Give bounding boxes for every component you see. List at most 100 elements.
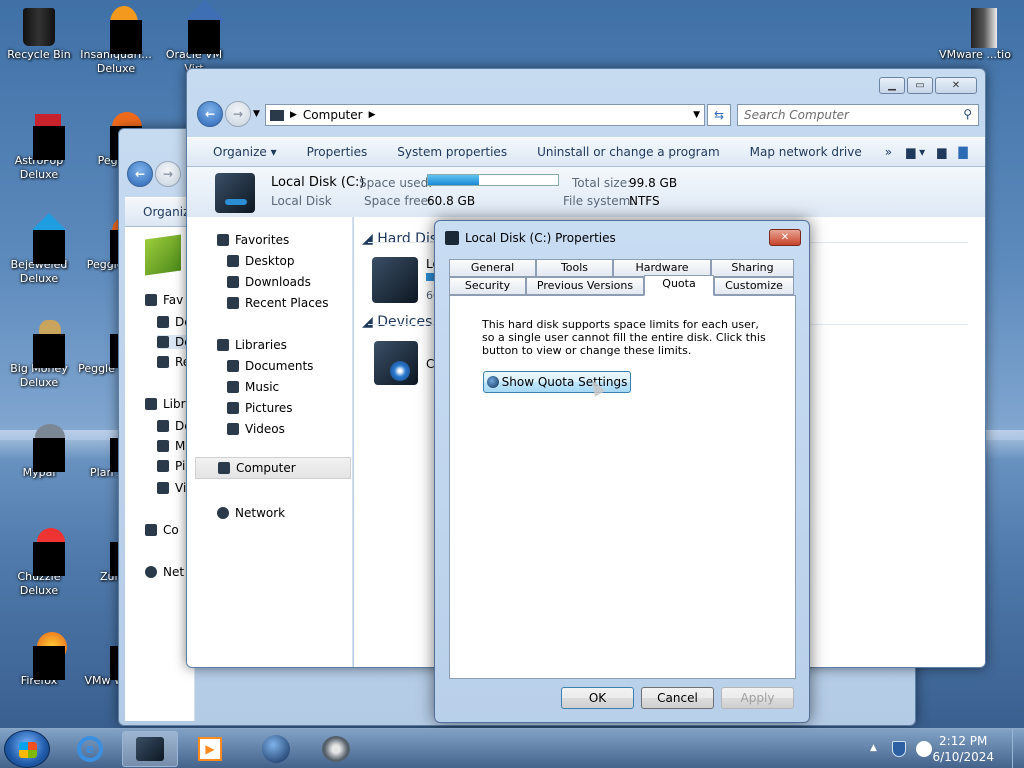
desktop-icon-mypal[interactable]: Mypal [1,424,77,480]
forward-arrow-icon[interactable]: → [225,101,251,127]
nav-videos[interactable]: Videos [227,422,285,436]
downloads-icon [227,276,239,288]
windows-logo-icon [19,742,37,758]
desktop-icon-recycle-bin[interactable]: Recycle Bin [1,6,77,62]
tab-previous-versions[interactable]: Previous Versions [526,277,644,295]
maximize-button[interactable]: ▭ [907,77,933,94]
mypal-icon [19,424,65,472]
show-hidden-icons-icon[interactable]: ▲ [870,743,877,753]
recycle-bin-icon [19,6,59,46]
nav-libraries[interactable]: Libraries [217,338,287,352]
nav-desktop[interactable]: Desktop [227,254,295,268]
back-nav-network[interactable]: Net [145,565,184,579]
back-nav-libraries[interactable]: Libr [145,397,186,411]
taskbar-media-player[interactable]: ▶ [182,731,238,767]
nav-pictures[interactable]: Pictures [227,401,293,415]
nav-favorites[interactable]: Favorites [217,233,289,247]
local-disk-properties-dialog[interactable]: Local Disk (C:) Properties ✕ General Too… [434,220,810,723]
drive-type: Local Disk [271,194,332,208]
back-nav-pictures[interactable]: Pi [157,459,185,473]
money-bag-icon [19,320,65,368]
space-free-value: 60.8 GB [427,194,476,208]
taskbar-internet-explorer[interactable]: e [62,731,118,767]
show-desktop-button[interactable] [1012,729,1024,768]
breadcrumb-chevron-icon[interactable]: ▶ [290,110,297,120]
desktop-icon-oracle-vm[interactable]: Oracle VM Virt [156,0,232,76]
desktop-icon-astropop[interactable]: AstroPop Deluxe [1,112,77,182]
tab-tools[interactable]: Tools [536,259,613,277]
recent-pages-chevron-icon[interactable]: ▼ [253,109,260,119]
nav-downloads[interactable]: Downloads [227,275,311,289]
window-controls: ▁ ▭ ✕ [879,77,977,94]
navigation-pane: Favorites Desktop Downloads Recent Place… [187,217,353,667]
back-nav-music[interactable]: M [157,439,185,453]
minimize-button[interactable]: ▁ [879,77,905,94]
ok-button[interactable]: OK [561,687,634,709]
nav-network[interactable]: Network [217,506,285,520]
forward-arrow-icon[interactable]: → [155,161,181,187]
cancel-button[interactable]: Cancel [641,687,714,709]
breadcrumb-chevron-icon[interactable]: ▶ [369,110,376,120]
apply-button[interactable]: Apply [721,687,794,709]
more-commands-button[interactable]: » [877,145,900,159]
system-clock[interactable]: 2:12 PM 6/10/2024 [932,733,994,765]
nav-computer[interactable]: Computer [195,457,351,479]
close-button[interactable]: ✕ [769,229,801,246]
tab-general[interactable]: General [449,259,536,277]
back-arrow-icon[interactable]: ← [127,161,153,187]
action-center-icon[interactable] [892,741,906,757]
taskbar-mypal[interactable] [308,731,364,767]
desktop-icon [227,255,239,267]
back-nav-videos[interactable]: Vi [157,481,186,495]
nav-recent-places[interactable]: Recent Places [227,296,328,310]
help-icon[interactable]: ▇ [952,145,973,159]
network-icon [217,507,229,519]
back-arrow-icon[interactable]: ← [197,101,223,127]
desktop-icon-chuzzle[interactable]: Chuzzle Deluxe [1,528,77,598]
tab-customize[interactable]: Customize [714,277,794,295]
address-path[interactable]: Computer [303,108,363,122]
desktop-icon-firefox[interactable]: Firefox [1,632,77,688]
hard-disk-group-header[interactable]: ◢ Hard Dis [362,231,437,247]
taskbar-explorer[interactable] [122,731,178,767]
uninstall-program-button[interactable]: Uninstall or change a program [522,145,735,159]
search-input[interactable]: Search Computer ⚲ [737,104,979,126]
documents-icon [227,360,239,372]
command-toolbar: Organize ▾ Properties System properties … [187,137,985,167]
refresh-icon[interactable]: ⇆ [707,104,731,126]
preview-pane-icon[interactable]: ▆ [931,145,952,159]
tab-quota[interactable]: Quota [644,275,714,296]
recent-places-icon [227,297,239,309]
dvd-drive-icon[interactable] [374,341,418,385]
map-network-drive-button[interactable]: Map network drive [735,145,877,159]
tab-security[interactable]: Security [449,277,526,295]
start-button[interactable] [4,730,50,768]
nav-documents[interactable]: Documents [227,359,313,373]
space-used-fill [428,175,479,185]
change-view-icon[interactable]: ▆ ▾ [900,145,931,159]
search-icon[interactable]: ⚲ [963,107,972,121]
address-dropdown-icon[interactable]: ▼ [693,110,700,120]
internet-explorer-icon: e [77,736,103,762]
close-button[interactable]: ✕ [935,77,977,94]
show-quota-settings-button[interactable]: Show Quota Settings [483,371,631,393]
tab-sharing[interactable]: Sharing [711,259,794,277]
local-disk-tile-icon[interactable] [372,257,418,303]
desktop-icon-big-money[interactable]: Big Money Deluxe [1,320,77,390]
fish-icon [96,6,142,54]
network-status-icon[interactable] [916,741,932,757]
local-disk-icon [136,737,164,761]
desktop-icon-bejeweled[interactable]: Bejeweled Deluxe [1,213,77,286]
properties-button[interactable]: Properties [292,145,383,159]
back-nav-favorites[interactable]: Fav [145,293,183,307]
taskbar-network-app[interactable] [248,731,304,767]
organize-button[interactable]: Organize ▾ [187,145,292,159]
system-properties-button[interactable]: System properties [382,145,522,159]
desktop-icon-vmware[interactable]: VMware ...tio [937,6,1013,62]
address-bar[interactable]: ▶ Computer ▶ ▼ [265,104,705,126]
back-nav-computer[interactable]: Co [145,523,179,537]
downloads-icon [157,336,169,348]
desktop-icon-insaniquarium[interactable]: Insaniquari... Deluxe [78,6,154,76]
nav-music[interactable]: Music [227,380,279,394]
back-window-nav-pane: Fav De De Re Libr De M Pi Vi Co Net [125,227,197,721]
